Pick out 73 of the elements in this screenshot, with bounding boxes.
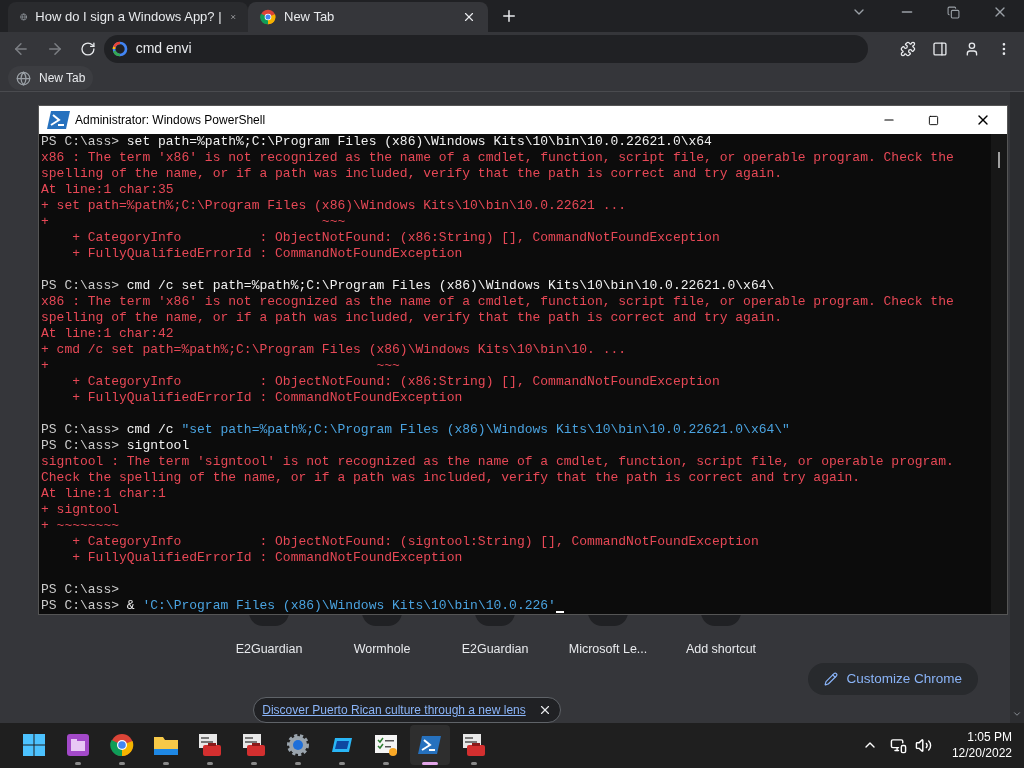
extensions-icon[interactable] — [900, 40, 917, 57]
clock-date[interactable]: 12/20/2022 — [951, 745, 1012, 762]
chrome-icon — [110, 733, 134, 758]
string-argument: "set path=%path%;C:\Program Files (x86)\Windows Kits\10\bin\10.0.22621.0\x64\" — [181, 422, 790, 438]
error-line: + CategoryInfo : ObjectNotFound: (signtool:String) [], CommandNotFoundException — [71, 534, 760, 550]
error-line: x86 : The term 'x86' is not recognized as the name of a cmdlet, function, script file, or operable program. Check the — [41, 294, 955, 310]
shortcut-label[interactable]: Wormhole — [353, 640, 411, 659]
error-line: signtool : The term 'signtool' is not recognized as the name of a cmdlet, function, script file, or operable program. — [41, 454, 955, 470]
bookmark[interactable]: New Tab — [8, 66, 94, 91]
error-line: + CategoryInfo : ObjectNotFound: (x86:String) [], CommandNotFoundException — [71, 230, 721, 246]
error-line: + FullyQualifiedErrorId : CommandNotFoundException — [71, 390, 464, 406]
command-text: cmd /c — [126, 422, 174, 438]
globe-icon — [16, 70, 31, 86]
doodle-link[interactable]: Discover Puerto Rican culture through a new lens — [262, 700, 526, 719]
taskbar-app[interactable] — [410, 725, 450, 766]
command-text: set path=%path%;C:\Program Files (x86)\Windows Kits\10\bin\10.0.22621.0\x64 — [126, 134, 712, 150]
side-panel-icon[interactable] — [932, 40, 949, 57]
error-line: + CategoryInfo : ObjectNotFound: (x86:String) [], CommandNotFoundException — [71, 374, 721, 390]
console-scrollbar[interactable] — [991, 134, 1007, 614]
shortcut-label[interactable]: E2Guardian — [235, 640, 303, 659]
prompt-text: PS C:\ass> — [41, 134, 119, 150]
error-line: + ~~~~~~~~ — [41, 518, 120, 534]
clock-time[interactable]: 1:05 PM — [967, 729, 1012, 746]
command-text: signtool — [126, 438, 190, 454]
window-title: Administrator: Windows PowerShell — [75, 112, 266, 129]
error-line: x86 : The term 'x86' is not recognized as the name of a cmdlet, function, script file, or operable program. Check the — [41, 150, 955, 166]
error-line: At line:1 char:42 — [41, 326, 175, 342]
error-line: spelling of the name, or if a path was included, verify that the path is correct and try again. — [41, 310, 784, 326]
error-line: + set path=%path%;C:\Program Files (x86)\Windows Kits\10\bin\10.0.22621 ... — [41, 198, 628, 214]
error-line: + ~~~ — [41, 214, 347, 230]
command-text: & — [126, 598, 135, 614]
toolbox-icon — [241, 733, 267, 758]
checklist-icon — [374, 733, 398, 758]
gear-icon — [286, 733, 310, 758]
address-text: cmd envi — [135, 39, 192, 59]
windows-logo-icon — [22, 733, 46, 758]
error-line: + FullyQualifiedErrorId : CommandNotFoundException — [71, 550, 464, 566]
error-line: + ~~~ — [41, 358, 401, 374]
error-line: spelling of the name, or if a path was included, verify that the path is correct and try again. — [41, 166, 784, 182]
browser-tab[interactable]: How do I sign a Windows App? | — [8, 1, 248, 32]
maximize-icon[interactable] — [928, 114, 939, 126]
prompt-text: PS C:\ass> — [41, 422, 119, 438]
shortcut-label[interactable]: E2Guardian — [461, 640, 529, 659]
prompt-text: PS C:\ass> — [41, 278, 119, 294]
tab-title: How do I sign a Windows App? | — [35, 8, 222, 27]
error-line: Check the spelling of the name, or if a path was included, verify that the path is correct and try again. — [41, 470, 862, 486]
prompt-text: PS C:\ass> — [41, 598, 119, 614]
shortcut-label[interactable]: Microsoft Le... — [568, 640, 648, 659]
error-line: + FullyQualifiedErrorId : CommandNotFoundException — [71, 246, 464, 262]
error-line: At line:1 char:1 — [41, 486, 167, 502]
command-text: cmd /c set path=%path%;C:\Program Files (x86)\Windows Kits\10\bin\10.0.22621.0\x64\ — [126, 278, 775, 294]
toolbox-icon — [197, 733, 223, 758]
customize-chrome-button[interactable]: Customize Chrome — [808, 662, 978, 695]
string-argument: 'C:\Program Files (x86)\Windows Kits\10\bin\10.0.226' — [142, 598, 556, 614]
speaker-icon[interactable] — [914, 736, 932, 754]
error-line: At line:1 char:35 — [41, 182, 175, 198]
prompt-text: PS C:\ass> — [41, 582, 119, 598]
shortcut-label[interactable]: Add shortcut — [685, 640, 757, 659]
file-manager-icon — [66, 733, 90, 758]
browser-tab[interactable]: New Tab — [248, 1, 488, 32]
chrome-icon — [260, 8, 276, 25]
prompt-text: PS C:\ass> — [41, 438, 119, 454]
google-icon — [111, 40, 128, 57]
address-bar[interactable]: cmd envi — [103, 34, 869, 63]
error-line: + signtool — [41, 502, 120, 518]
scrollbar[interactable] — [1010, 92, 1024, 723]
network-icon[interactable] — [889, 736, 907, 754]
pencil-icon — [824, 671, 839, 686]
toolbox-icon — [461, 733, 487, 758]
tab-title: New Tab — [284, 8, 336, 27]
error-line: + cmd /c set path=%path%;C:\Program Files (x86)\Windows Kits\10\bin\10. ... — [41, 342, 628, 358]
restore-icon[interactable] — [947, 5, 960, 19]
reload-icon[interactable] — [79, 40, 96, 57]
